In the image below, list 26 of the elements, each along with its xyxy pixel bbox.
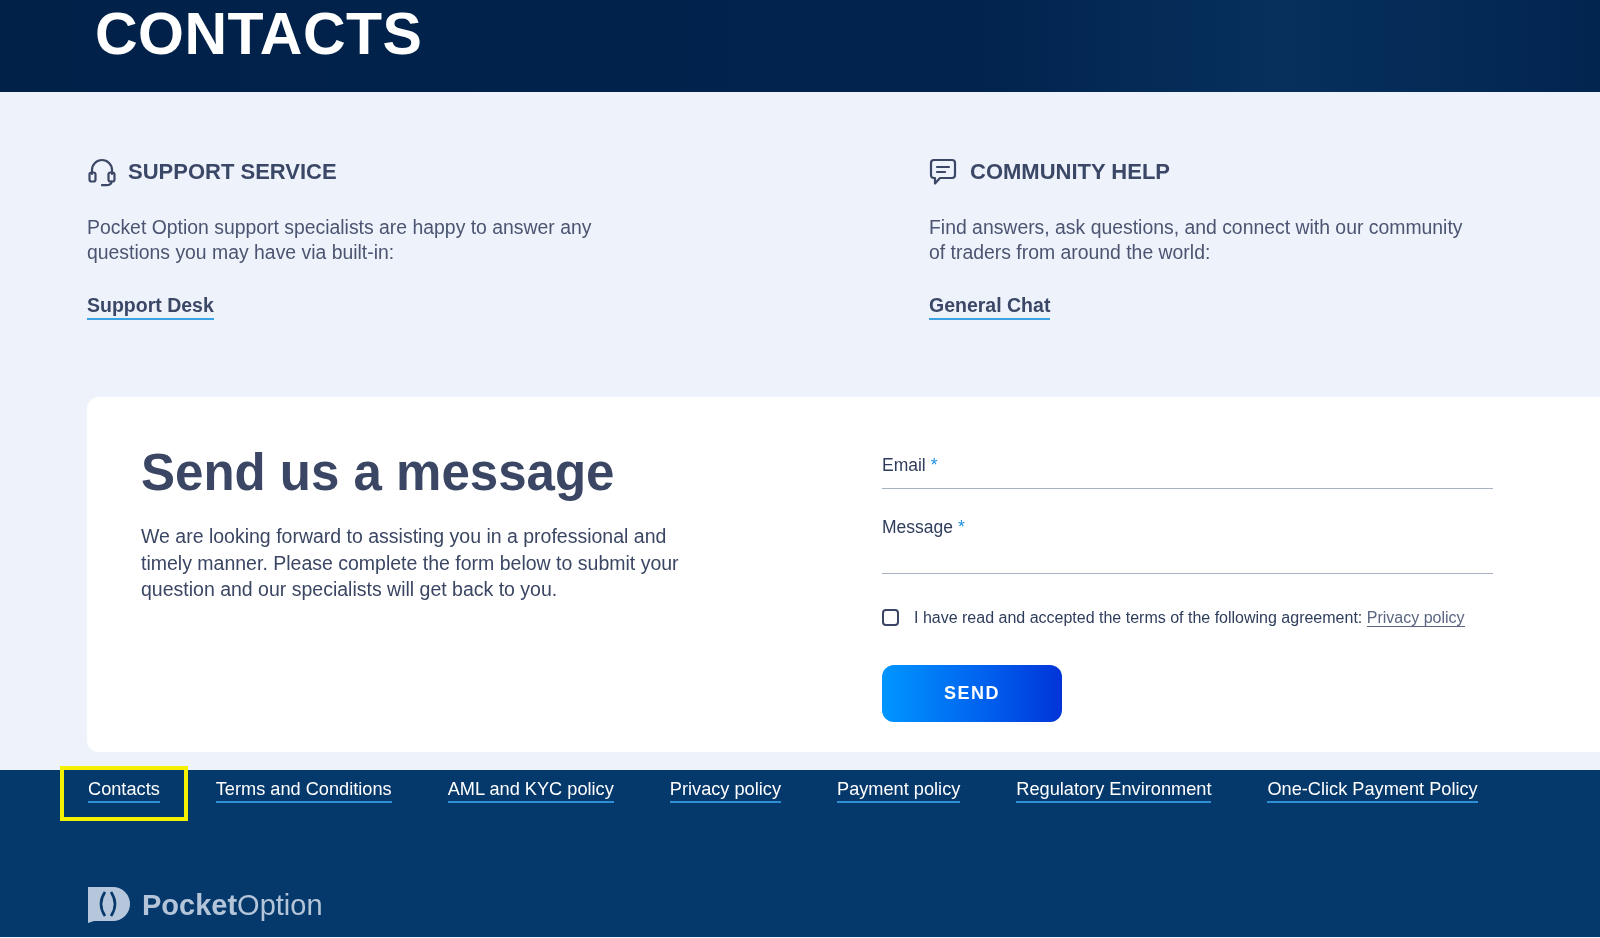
chat-icon [929, 158, 957, 186]
logo-icon [88, 887, 131, 923]
section-description: Find answers, ask questions, and connect with our community of traders from around the world: [929, 215, 1464, 264]
checkbox[interactable] [882, 609, 899, 626]
logo-text: PocketOption [142, 890, 323, 920]
policy-link[interactable]: Privacy policy [1366, 609, 1465, 627]
help-link[interactable]: Support Desk [87, 294, 214, 320]
section-description: Pocket Option support specialists are happy to answer any questions you may have via built-in: [87, 215, 593, 264]
page-title: CONTACTS [95, 5, 423, 64]
card-description: We are looking forward to assisting you in a professional and timely manner. Please complete the form below to submit your question and our specialists will get back to you. [141, 524, 680, 603]
send-button[interactable]: SEND [882, 665, 1062, 722]
footer-link[interactable]: Terms and Conditions [215, 779, 392, 803]
footer-link[interactable]: Payment policy [837, 779, 961, 803]
field-label: Message * [882, 517, 965, 537]
footer-link[interactable]: Regulatory Environment [1016, 779, 1212, 803]
footer-link[interactable]: One-Click Payment Policy [1267, 779, 1478, 803]
section-heading: COMMUNITY HELP [970, 159, 1171, 185]
card-heading: Send us a message [141, 443, 615, 503]
footer-link[interactable]: Contacts [88, 779, 160, 803]
footer-link[interactable]: AML and KYC policy [447, 779, 614, 803]
footer-link[interactable]: Privacy policy [669, 779, 781, 803]
headset-icon [87, 157, 117, 187]
field-label: Email * [882, 455, 938, 475]
help-link[interactable]: General Chat [929, 294, 1051, 320]
agreement-text: I have read and accepted the terms of the following agreement: Privacy policy [914, 608, 1465, 627]
section-heading: SUPPORT SERVICE [128, 159, 337, 185]
